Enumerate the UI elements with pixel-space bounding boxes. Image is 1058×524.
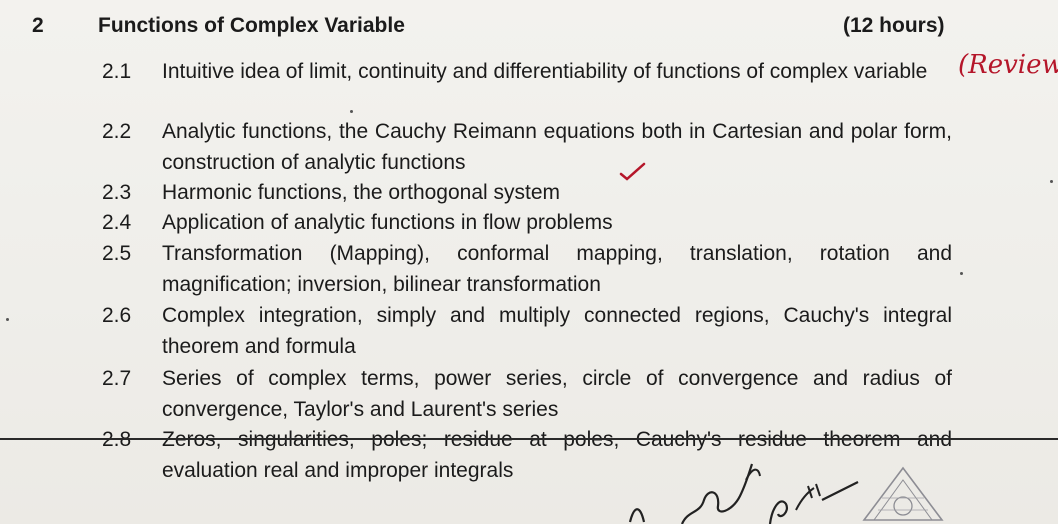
- topic-number: 2.7: [102, 367, 132, 390]
- document-page: 2 Functions of Complex Variable (12 hour…: [0, 0, 1058, 524]
- topic-text: Series of complex terms, power series, c…: [162, 367, 952, 421]
- topic-number: 2.6: [102, 304, 132, 327]
- topic-number: 2.2: [102, 120, 132, 143]
- speck: [6, 318, 9, 321]
- topic-number: 2.5: [102, 242, 132, 265]
- red-tick-mark: [619, 162, 646, 181]
- topic-text: Complex integration, simply and multiply…: [162, 304, 952, 358]
- topic-number: 2.3: [102, 181, 132, 204]
- handwritten-signatures: [628, 463, 859, 524]
- topic-text: Application of analytic functions in flo…: [162, 211, 613, 234]
- topic-text: Intuitive idea of limit, continuity and …: [162, 60, 928, 83]
- topic-text: Transformation (Mapping), conformal mapp…: [162, 242, 952, 296]
- topic-number: 2.1: [102, 60, 132, 83]
- handwritten-review-note: (Review: [958, 50, 1058, 80]
- unit-hours: (12 hours): [843, 14, 945, 37]
- topic-text: Analytic functions, the Cauchy Reimann e…: [162, 120, 952, 174]
- topic-text: Harmonic functions, the orthogonal syste…: [162, 181, 561, 204]
- topic-number: 2.4: [102, 211, 132, 234]
- office-seal: [862, 466, 944, 521]
- speck: [960, 272, 963, 275]
- speck: [1050, 180, 1053, 183]
- strikethrough-line: [0, 438, 1058, 440]
- unit-title: Functions of Complex Variable: [98, 14, 405, 37]
- unit-number: 2: [32, 14, 44, 37]
- speck: [350, 110, 353, 113]
